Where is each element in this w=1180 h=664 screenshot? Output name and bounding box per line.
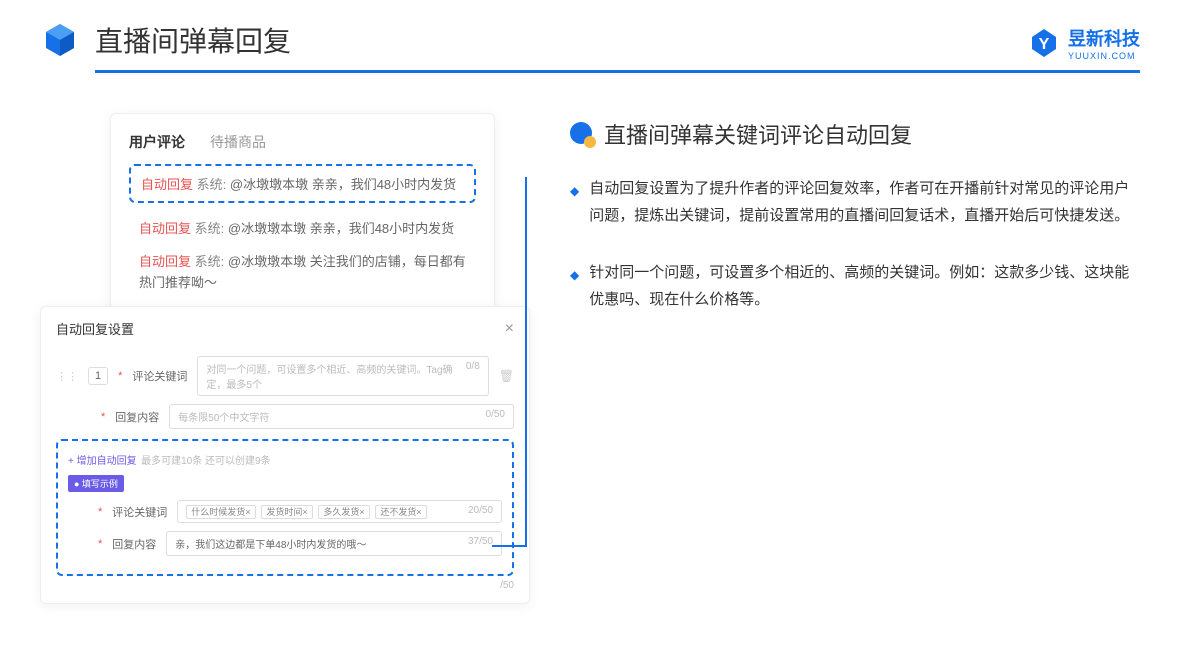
- bullet-item: ◆ 自动回复设置为了提升作者的评论回复效率，作者可在开播前针对常见的评论用户问题…: [570, 175, 1140, 229]
- order-number: 1: [88, 367, 108, 385]
- content-label: 回复内容: [115, 409, 159, 425]
- settings-modal: 自动回复设置 × ⋮⋮ 1 * 评论关键词 对同一个问题，可设置多个相近、高频的…: [40, 306, 530, 604]
- system-label: 系统:: [197, 177, 227, 192]
- cube-icon: [40, 20, 80, 60]
- keyword-input[interactable]: 对同一个问题，可设置多个相近、高频的关键词。Tag确定，最多5个 0/8: [197, 356, 488, 396]
- example-keyword-input[interactable]: 什么时候发货× 发货时间× 多久发货× 还不发货× 20/50: [177, 500, 502, 523]
- brand-logo: Y 昱新科技 YUUXIN.COM: [1028, 25, 1140, 61]
- modal-title: 自动回复设置: [56, 319, 134, 338]
- logo-name: 昱新科技: [1068, 25, 1140, 51]
- required-star: *: [118, 370, 122, 382]
- add-reply-link[interactable]: + 增加自动回复: [68, 456, 137, 467]
- tag[interactable]: 多久发货×: [318, 505, 369, 519]
- tab-comments[interactable]: 用户评论: [129, 132, 185, 152]
- tag[interactable]: 还不发货×: [375, 505, 426, 519]
- bottom-counter: /50: [56, 580, 514, 591]
- bullet-item: ◆ 针对同一个问题，可设置多个相近的、高频的关键词。例如：这款多少钱、这块能优惠…: [570, 259, 1140, 313]
- svg-text:Y: Y: [1039, 36, 1050, 53]
- connector-line: [492, 177, 527, 547]
- logo-sub: YUUXIN.COM: [1068, 51, 1140, 61]
- diamond-icon: ◆: [570, 265, 579, 313]
- bullet-icon: [570, 122, 594, 146]
- limit-hint: 最多可建10条 还可以创建9条: [141, 456, 270, 467]
- reply-item: 自动回复 系统: @冰墩墩本墩 亲亲，我们48小时内发货: [129, 213, 476, 246]
- drag-icon[interactable]: ⋮⋮: [56, 370, 78, 383]
- section-title: 直播间弹幕关键词评论自动回复: [604, 118, 912, 150]
- reply-text: @冰墩墩本墩 亲亲，我们48小时内发货: [230, 177, 456, 192]
- example-badge: ● 填写示例: [68, 475, 124, 492]
- example-section: + 增加自动回复 最多可建10条 还可以创建9条 ● 填写示例 * 评论关键词 …: [56, 439, 514, 576]
- highlighted-reply: 自动回复 系统: @冰墩墩本墩 亲亲，我们48小时内发货: [129, 164, 476, 203]
- content-input[interactable]: 每条限50个中文字符 0/50: [169, 404, 514, 429]
- tag[interactable]: 发货时间×: [261, 505, 312, 519]
- reply-item: 自动回复 系统: @冰墩墩本墩 关注我们的店铺，每日都有热门推荐呦～: [129, 246, 476, 300]
- diamond-icon: ◆: [570, 181, 579, 229]
- tag[interactable]: 什么时候发货×: [186, 505, 255, 519]
- keyword-label: 评论关键词: [132, 368, 187, 384]
- auto-reply-tag: 自动回复: [141, 177, 193, 192]
- example-content-input[interactable]: 亲，我们这边都是下单48小时内发货的哦～ 37/50: [166, 531, 502, 556]
- tab-products[interactable]: 待播商品: [210, 132, 266, 152]
- page-title: 直播间弹幕回复: [95, 20, 291, 60]
- comments-panel: 用户评论 待播商品 自动回复 系统: @冰墩墩本墩 亲亲，我们48小时内发货 自…: [110, 113, 495, 324]
